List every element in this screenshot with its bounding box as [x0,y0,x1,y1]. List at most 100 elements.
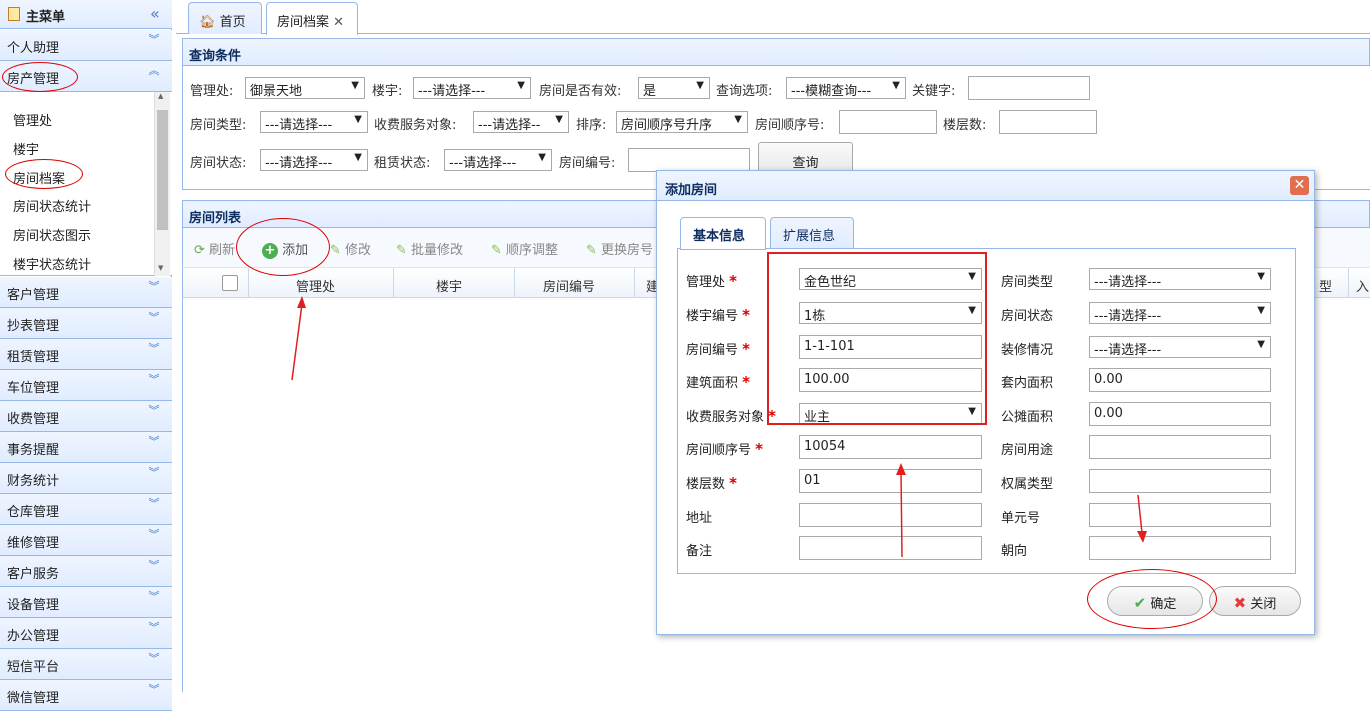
select-value: ---请选择--- [418,84,486,99]
query-option-select[interactable]: ---模糊查询--- ▼ [786,77,906,99]
field-select[interactable]: ---请选择--- ▼ [1089,336,1271,358]
room-status-label: 房间状态: [190,156,247,171]
edit-button[interactable]: ✎ 修改 [330,239,371,258]
annotation-rect [767,252,987,425]
menu-group-personal[interactable]: 个人助理 ︾ [0,30,172,61]
menu-group[interactable]: 抄表管理 ︾ [0,308,172,339]
menu-group-label: 维修管理 [7,536,60,551]
chevron-double-down-icon: ︾ [148,559,160,572]
field-label-text: 房间用途 [1001,443,1054,458]
dialog-title: 添加房间 [665,183,718,198]
refresh-button[interactable]: ⟳ 刷新 [194,239,235,258]
dropdown-arrow-icon: ▼ [696,80,704,91]
batch-edit-button[interactable]: ✎ 批量修改 [396,239,463,258]
chevron-double-down-icon: ︾ [148,466,160,479]
select-all-checkbox[interactable] [222,275,238,291]
field-label: 公摊面积 [1001,406,1053,425]
sort-select[interactable]: 房间顺序号升序 ▼ [616,111,748,133]
chevron-double-left-icon[interactable]: « [150,4,160,23]
column-header-checkin[interactable]: 入 [1356,276,1369,295]
service-target-select[interactable]: ---请选择-- ▼ [473,111,569,133]
order-adjust-button[interactable]: ✎ 顺序调整 [491,239,558,258]
close-button[interactable]: ✖ 关闭 [1209,586,1301,616]
field-select[interactable]: ---请选择--- ▼ [1089,302,1271,324]
field-label: 朝向 [1001,540,1027,559]
mgmt-select[interactable]: 御景天地 ▼ [245,77,365,99]
submenu-item-building-status-stats[interactable]: 楼宇状态统计 [13,254,91,273]
menu-group[interactable]: 微信管理 ︾ [0,680,172,711]
submenu-item-building[interactable]: 楼宇 [13,139,39,158]
menu-group-label: 短信平台 [7,660,60,675]
toolbar-label: 刷新 [209,243,236,258]
input-value: 01 [804,473,821,488]
tab-extended-info[interactable]: 扩展信息 [770,217,854,249]
chevron-double-down-icon: ︾ [148,621,160,634]
menu-group-label: 客户管理 [7,288,60,303]
menu-group[interactable]: 办公管理 ︾ [0,618,172,649]
field-input[interactable] [1089,435,1271,459]
select-value: ---请选择--- [1094,309,1162,324]
menu-group[interactable]: 维修管理 ︾ [0,525,172,556]
field-select[interactable]: ---请选择--- ▼ [1089,268,1271,290]
menu-group[interactable]: 短信平台 ︾ [0,649,172,680]
close-icon[interactable]: ✕ [333,15,344,30]
room-no-input[interactable] [628,148,750,172]
add-room-dialog: 添加房间 ✕ 基本信息 扩展信息 管理处 * 金色世纪 ▼ 楼宇编号 * 1栋 ▼ 房间编号… [656,170,1315,635]
column-divider [248,268,249,298]
field-input[interactable] [1089,536,1271,560]
menu-group[interactable]: 车位管理 ︾ [0,370,172,401]
column-header-type[interactable]: 型 [1319,276,1332,295]
submenu-item-room-status-chart[interactable]: 房间状态图示 [13,225,91,244]
field-label-text: 朝向 [1001,544,1028,559]
field-label: 管理处 * [686,271,737,290]
column-divider [634,268,635,298]
scrollbar-thumb[interactable] [157,110,168,230]
tab-home[interactable]: 🏠︎ 首页 [188,2,262,34]
dialog-close-icon[interactable]: ✕ [1290,176,1309,195]
submenu-item-room-status-stats[interactable]: 房间状态统计 [13,196,91,215]
tab-basic-info[interactable]: 基本信息 [680,217,766,250]
menu-group[interactable]: 客户服务 ︾ [0,556,172,587]
sidebar-title: 主菜单 [26,10,66,25]
chevron-double-down-icon: ︾ [148,683,160,696]
dialog-header: 添加房间 ✕ [657,171,1314,201]
scroll-up-icon[interactable]: ▲ [158,92,163,100]
required-marker: * [742,373,751,391]
select-value: 房间顺序号升序 [621,118,713,133]
keyword-input[interactable] [968,76,1090,100]
menu-group[interactable]: 事务提醒 ︾ [0,432,172,463]
lease-status-select[interactable]: ---请选择--- ▼ [444,149,552,171]
menu-group[interactable]: 客户管理 ︾ [0,277,172,308]
seq-input[interactable] [839,110,937,134]
floors-input[interactable] [999,110,1097,134]
field-label-text: 房间顺序号 [686,443,752,458]
menu-group[interactable]: 财务统计 ︾ [0,463,172,494]
column-header-building[interactable]: 楼宇 [436,276,462,295]
menu-group[interactable]: 收费管理 ︾ [0,401,172,432]
field-label: 收费服务对象 * [686,406,776,425]
valid-select[interactable]: 是 ▼ [638,77,710,99]
field-label: 单元号 [1001,507,1040,526]
building-select[interactable]: ---请选择--- ▼ [413,77,531,99]
field-label: 装修情况 [1001,339,1053,358]
field-input[interactable]: 0.00 [1089,368,1271,392]
field-input[interactable]: 0.00 [1089,402,1271,426]
change-room-no-button[interactable]: ✎ 更换房号 [586,239,656,258]
room-type-select[interactable]: ---请选择--- ▼ [260,111,368,133]
submenu-scrollbar[interactable]: ▲ ▼ [154,92,170,276]
scroll-down-icon[interactable]: ▼ [158,264,163,272]
dropdown-arrow-icon: ▼ [538,152,546,163]
field-label-text: 单元号 [1001,511,1041,526]
menu-group[interactable]: 租赁管理 ︾ [0,339,172,370]
field-input[interactable]: 10054 [799,435,982,459]
room-status-select[interactable]: ---请选择--- ▼ [260,149,368,171]
menu-group[interactable]: 仓库管理 ︾ [0,494,172,525]
menu-group[interactable]: 设备管理 ︾ [0,587,172,618]
field-input[interactable] [1089,503,1271,527]
tab-room-archive[interactable]: 房间档案 ✕ [266,2,358,35]
field-label-text: 楼层数 [686,477,726,492]
lease-status-label: 租赁状态: [374,156,431,171]
field-input[interactable] [1089,469,1271,493]
submenu-item-management[interactable]: 管理处 [13,110,52,129]
column-header-room-no[interactable]: 房间编号 [543,276,595,295]
